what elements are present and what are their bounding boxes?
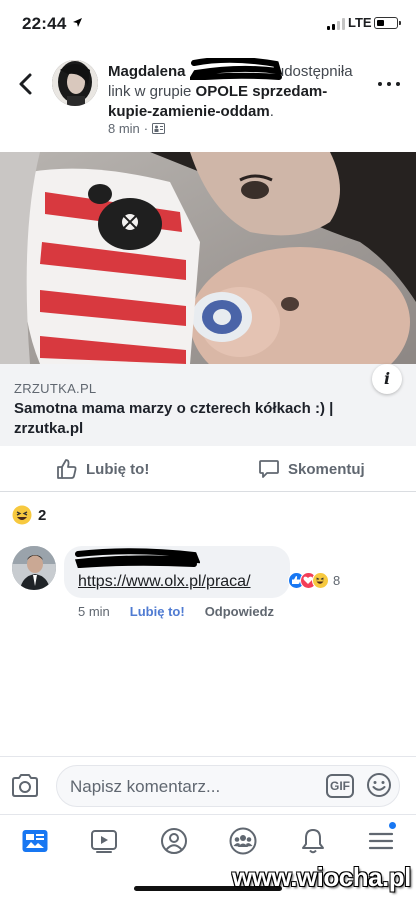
comment-input-placeholder: Napisz komentarz... [70,777,221,796]
gif-button[interactable]: GIF [326,774,354,798]
comment-icon [259,460,279,478]
battery-icon [374,17,401,29]
comment-link[interactable]: https://www.olx.pl/praca/ [78,573,251,591]
comment-composer: Napisz komentarz... GIF [0,756,416,814]
post-actions: Lubię to! Skomentuj [0,446,416,492]
notifications-icon[interactable] [299,827,327,855]
menu-notification-dot [388,821,397,830]
link-preview-image[interactable] [0,152,416,364]
comment-actions: 5 min Lubię to! Odpowiedz [78,604,274,619]
back-arrow-icon[interactable] [14,70,38,98]
author-name[interactable]: Magdalena [108,63,186,80]
link-title[interactable]: Samotna mama marzy o czterech kółkach :)… [14,399,374,439]
watch-icon[interactable] [90,827,118,855]
post-meta: 8 min · [108,121,166,136]
reaction-count: 2 [38,506,47,524]
thumbs-up-icon [57,459,77,479]
menu-icon[interactable] [367,821,397,855]
comment-reactions[interactable]: 8 [288,572,340,589]
watermark: www.wiocha.pl [232,862,411,892]
signal-strength-icon [327,18,345,30]
like-button[interactable]: Lubię to! [56,458,149,480]
link-preview-info[interactable]: i ZRZUTKA.PL Samotna mama marzy o cztere… [0,364,416,446]
link-domain: ZRZUTKA.PL [14,381,97,396]
status-time: 22:44 [22,14,67,33]
comment-reply-button[interactable]: Odpowiedz [205,604,274,619]
commenter-avatar[interactable] [12,546,56,590]
post-time[interactable]: 8 min [108,121,140,136]
smile-icon[interactable] [366,772,392,798]
news-feed-icon[interactable] [21,827,49,855]
haha-emoji-icon [12,505,32,525]
comment-label: Skomentuj [288,460,365,478]
comment-input[interactable]: Napisz komentarz... GIF [56,765,400,807]
comment-time: 5 min [78,604,110,619]
profile-icon[interactable] [160,827,188,855]
redaction-scribble [190,58,282,80]
camera-icon[interactable] [10,772,40,800]
network-label: LTE [348,15,372,30]
more-icon[interactable] [378,80,400,88]
author-avatar[interactable] [52,60,98,106]
location-arrow-icon [73,18,82,27]
haha-reaction-icon [312,572,329,589]
comment-reaction-count: 8 [333,573,341,588]
post-reactions[interactable]: 2 [12,505,46,525]
redaction-scribble [74,548,200,568]
comment-like-button[interactable]: Lubię to! [130,604,185,619]
info-icon[interactable]: i [372,364,402,394]
groups-icon[interactable] [229,827,257,855]
status-bar: 22:44 LTE [0,0,416,48]
group-audience-icon [152,123,166,134]
like-label: Lubię to! [86,460,150,478]
comment-button[interactable]: Skomentuj [258,458,365,480]
